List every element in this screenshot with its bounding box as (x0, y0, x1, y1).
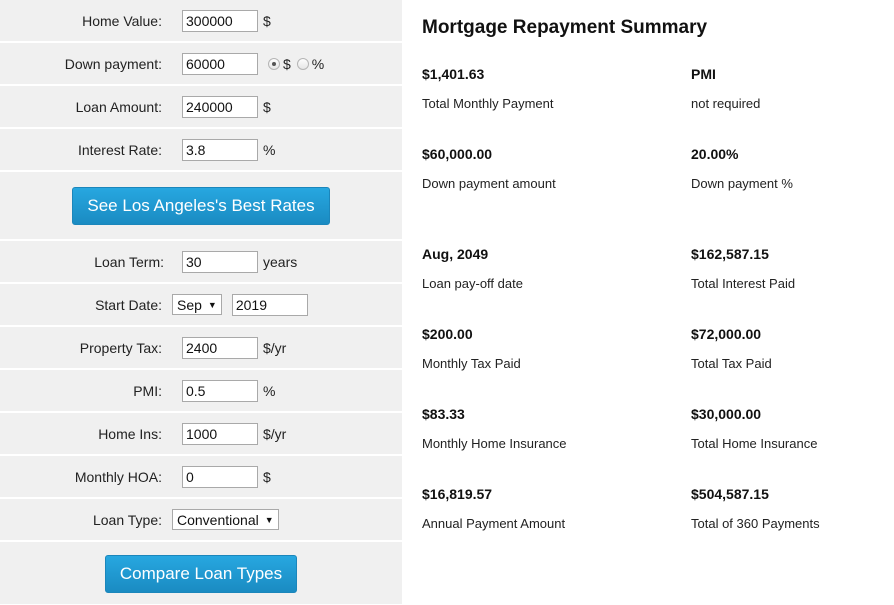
down-payment-label: Down payment: (64, 55, 162, 72)
total-payments-value: $504,587.15 (691, 486, 769, 502)
monthly-tax-value: $200.00 (422, 326, 473, 342)
chevron-down-icon: ▼ (207, 299, 217, 310)
loan-term-unit: years (263, 253, 298, 270)
calculator-form: Home Value: 300000 $ Down payment: 60000… (0, 0, 402, 604)
total-insurance-value: $30,000.00 (691, 406, 762, 422)
down-payment-amount-value: $60,000.00 (422, 146, 493, 162)
summary-panel: Mortgage Repayment Summary $1,401.63 Tota… (402, 0, 894, 604)
chevron-down-icon: ▼ (264, 514, 274, 525)
compare-row: Compare Loan Types (0, 542, 402, 605)
home-value-unit: $ (263, 12, 271, 29)
interest-rate-unit: % (263, 141, 276, 158)
property-tax-label: Property Tax: (79, 339, 162, 356)
pmi-row: PMI: 0.5 % (0, 370, 402, 413)
loan-term-row: Loan Term: 30 years (0, 241, 402, 284)
home-ins-unit: $/yr (263, 425, 287, 442)
total-interest-label: Total Interest Paid (691, 276, 796, 291)
monthly-insurance-value: $83.33 (422, 406, 465, 422)
property-tax-input[interactable]: 2400 (182, 336, 258, 359)
monthly-hoa-row: Monthly HOA: 0 $ (0, 456, 402, 499)
monthly-tax-label: Monthly Tax Paid (422, 356, 521, 371)
property-tax-row: Property Tax: 2400 $/yr (0, 327, 402, 370)
loan-amount-row: Loan Amount: 240000 $ (0, 86, 402, 129)
loan-type-row: Loan Type: Conventional ▼ (0, 499, 402, 542)
home-value-row: Home Value: 300000 $ (0, 0, 402, 43)
monthly-hoa-unit: $ (263, 468, 271, 485)
monthly-insurance-label: Monthly Home Insurance (422, 436, 567, 451)
interest-rate-row: Interest Rate: 3.8 % (0, 129, 402, 172)
down-payment-input[interactable]: 60000 (182, 52, 258, 75)
home-value-input[interactable]: 300000 (182, 9, 258, 32)
loan-amount-label: Loan Amount: (75, 98, 162, 115)
loan-amount-unit: $ (263, 98, 271, 115)
monthly-hoa-label: Monthly HOA: (74, 468, 162, 485)
pmi-unit: % (263, 382, 276, 399)
home-ins-label: Home Ins: (98, 425, 162, 442)
summary-title: Mortgage Repayment Summary (422, 17, 708, 38)
total-tax-value: $72,000.00 (691, 326, 762, 342)
down-payment-percent-radio[interactable] (296, 57, 309, 70)
annual-payment-label: Annual Payment Amount (422, 516, 566, 531)
down-payment-amount-label: Down payment amount (422, 176, 556, 191)
down-payment-row: Down payment: 60000 $ % (0, 43, 402, 86)
pmi-status-label: not required (691, 96, 761, 111)
start-year-input[interactable]: 2019 (231, 293, 308, 316)
monthly-hoa-input[interactable]: 0 (182, 465, 258, 488)
down-payment-percent-label: % (311, 55, 325, 72)
start-date-label: Start Date: (95, 296, 162, 313)
interest-rate-input[interactable]: 3.8 (182, 138, 258, 161)
start-month-select[interactable]: Sep ▼ (172, 294, 222, 315)
compare-loan-types-button[interactable]: Compare Loan Types (104, 554, 298, 593)
total-interest-value: $162,587.15 (691, 246, 769, 262)
loan-amount-input[interactable]: 240000 (182, 95, 258, 118)
interest-rate-label: Interest Rate: (77, 141, 162, 158)
down-payment-percent-label-text: Down payment % (691, 176, 793, 191)
summary-grid: $1,401.63 Total Monthly Payment PMI not re… (422, 66, 894, 566)
see-best-rates-button[interactable]: See Los Angeles's Best Rates (72, 186, 330, 225)
start-month-value: Sep (177, 296, 202, 313)
loan-term-input[interactable]: 30 (182, 250, 258, 273)
total-monthly-payment-label: Total Monthly Payment (422, 96, 554, 111)
pmi-input[interactable]: 0.5 (182, 379, 258, 402)
total-tax-label: Total Tax Paid (691, 356, 772, 371)
pmi-value: PMI (691, 66, 716, 82)
pmi-label: PMI: (133, 382, 162, 399)
payoff-date-label: Loan pay-off date (422, 276, 523, 291)
property-tax-unit: $/yr (263, 339, 287, 356)
loan-term-label: Loan Term: (94, 253, 164, 270)
annual-payment-value: $16,819.57 (422, 486, 493, 502)
start-date-row: Start Date: Sep ▼ 2019 (0, 284, 402, 327)
loan-type-select[interactable]: Conventional ▼ (172, 509, 279, 530)
down-payment-dollar-radio[interactable] (268, 57, 280, 70)
home-ins-row: Home Ins: 1000 $/yr (0, 413, 402, 456)
down-payment-dollar-label: $ (283, 55, 291, 72)
home-value-label: Home Value: (82, 12, 162, 29)
loan-type-label: Loan Type: (92, 511, 162, 528)
home-ins-input[interactable]: 1000 (182, 422, 258, 445)
down-payment-percent-value: 20.00% (691, 146, 739, 162)
total-monthly-payment-value: $1,401.63 (422, 66, 485, 82)
total-payments-label: Total of 360 Payments (691, 516, 820, 531)
payoff-date-value: Aug, 2049 (422, 246, 489, 262)
loan-type-value: Conventional (177, 511, 259, 528)
best-rates-row: See Los Angeles's Best Rates (0, 172, 402, 241)
total-insurance-label: Total Home Insurance (691, 436, 818, 451)
